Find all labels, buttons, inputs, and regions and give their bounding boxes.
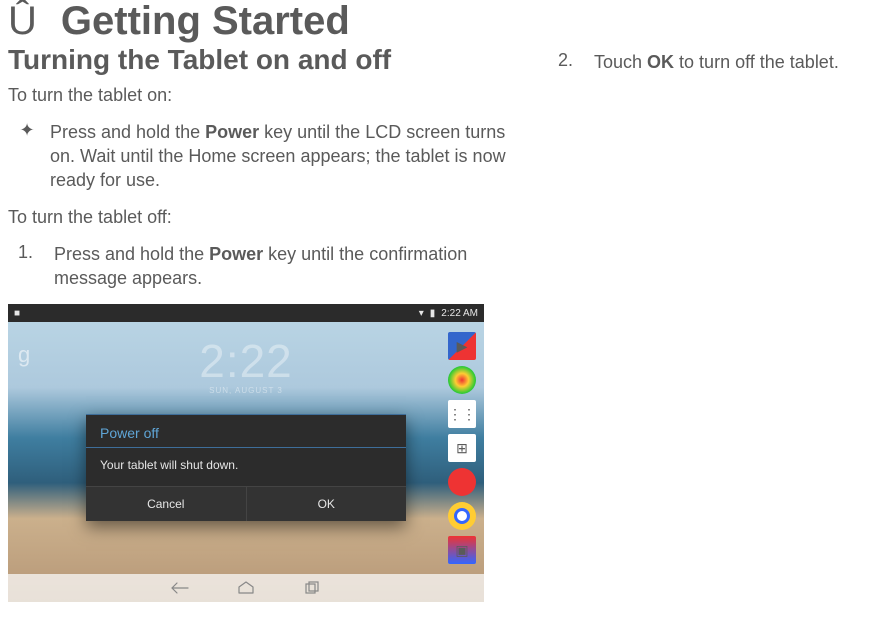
left-column: Turning the Tablet on and off To turn th…: [8, 44, 528, 602]
photos-icon[interactable]: [448, 366, 476, 394]
dialog-buttons: Cancel OK: [86, 486, 406, 521]
google-glyph: g: [18, 342, 30, 368]
chrome-icon[interactable]: [448, 502, 476, 530]
gallery-icon[interactable]: ▣: [448, 536, 476, 564]
step-off-2-text: Touch OK to turn off the tablet.: [594, 50, 839, 74]
step-number: 1.: [18, 242, 40, 263]
step-off-2: 2. Touch OK to turn off the tablet.: [558, 50, 868, 74]
text-bold: Power: [209, 244, 263, 264]
section-heading: Turning the Tablet on and off: [8, 44, 528, 76]
google-plus-icon[interactable]: [448, 468, 476, 496]
status-left-icon: ■: [14, 308, 20, 319]
home-app-icons: ▶ ⋮⋮ ⊞ ▣: [448, 332, 476, 564]
text-fragment: Press and hold the: [54, 244, 209, 264]
bullet-on: ✦ Press and hold the Power key until the…: [18, 120, 528, 193]
dialog-title: Power off: [86, 415, 406, 447]
content-columns: Turning the Tablet on and off To turn th…: [8, 44, 872, 602]
play-store-icon[interactable]: ▶: [448, 332, 476, 360]
home-icon[interactable]: [237, 581, 255, 595]
apps-drawer-icon[interactable]: ⋮⋮: [448, 400, 476, 428]
lock-clock-time: 2:22: [199, 338, 293, 384]
step-off-1: 1. Press and hold the Power key until th…: [18, 242, 528, 291]
chapter-header: Û Getting Started: [8, 0, 872, 42]
intro-off: To turn the tablet off:: [8, 206, 528, 229]
lock-clock: 2:22 SUN, AUGUST 3: [199, 338, 293, 395]
text-bold: Power: [205, 122, 259, 142]
chapter-icon: Û: [8, 1, 37, 41]
right-column: 2. Touch OK to turn off the tablet.: [548, 44, 868, 602]
bullet-on-text: Press and hold the Power key until the L…: [50, 120, 528, 193]
ok-button[interactable]: OK: [246, 487, 407, 521]
recents-icon[interactable]: [303, 581, 321, 595]
star-bullet-icon: ✦: [18, 120, 36, 141]
system-nav-bar: [8, 574, 484, 602]
text-bold: OK: [647, 52, 674, 72]
status-bar: ■ ▾ ▮ 2:22 AM: [8, 304, 484, 322]
status-right: ▾ ▮ 2:22 AM: [419, 308, 478, 319]
back-icon[interactable]: [171, 581, 189, 595]
tablet-screenshot: ■ ▾ ▮ 2:22 AM g 2:22 SUN, AUGUST 3 ▶ ⋮⋮ …: [8, 304, 484, 602]
cancel-button[interactable]: Cancel: [86, 487, 246, 521]
lock-clock-date: SUN, AUGUST 3: [199, 386, 293, 395]
intro-on: To turn the tablet on:: [8, 84, 528, 107]
step-number: 2.: [558, 50, 580, 71]
apps-mixed-icon[interactable]: ⊞: [448, 434, 476, 462]
chapter-title: Getting Started: [61, 0, 350, 42]
step-off-1-text: Press and hold the Power key until the c…: [54, 242, 528, 291]
text-fragment: Touch: [594, 52, 647, 72]
wifi-icon: ▾: [419, 308, 424, 319]
dialog-body: Your tablet will shut down.: [86, 448, 406, 486]
battery-icon: ▮: [430, 308, 436, 319]
text-fragment: Press and hold the: [50, 122, 205, 142]
power-off-dialog: Power off Your tablet will shut down. Ca…: [86, 414, 406, 521]
text-fragment: to turn off the tablet.: [674, 52, 839, 72]
status-time: 2:22 AM: [441, 308, 478, 319]
